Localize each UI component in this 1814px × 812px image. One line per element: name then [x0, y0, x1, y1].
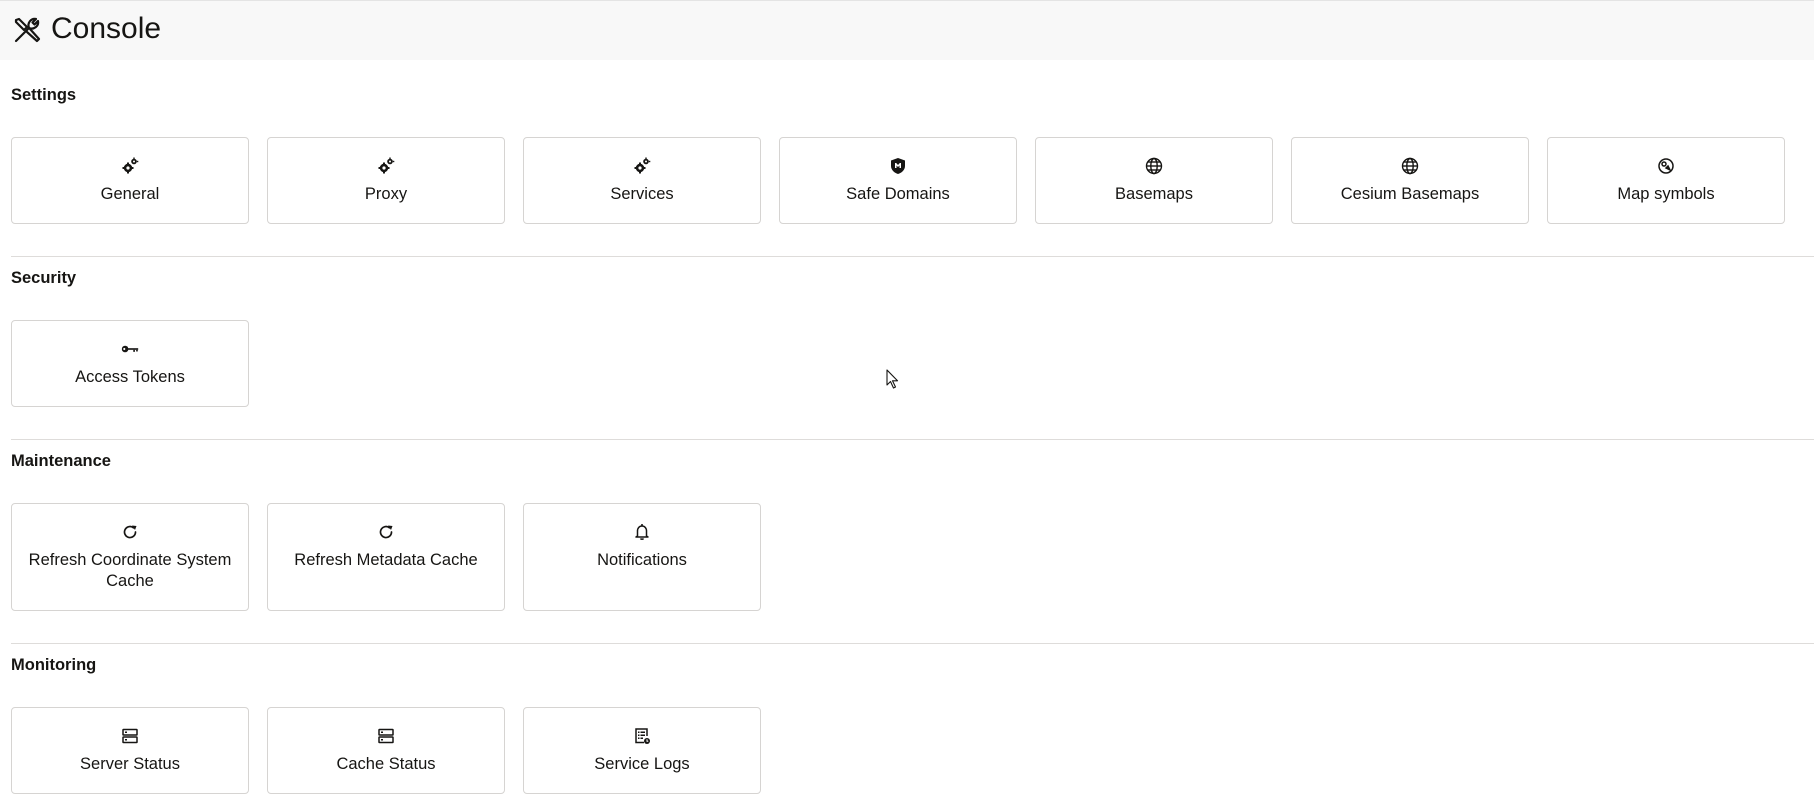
tile-label: General [100, 185, 160, 203]
server-icon [378, 728, 394, 744]
tile-basemaps[interactable]: Basemaps [1035, 137, 1273, 224]
tile-label: Services [610, 185, 674, 203]
tile-safe-domains[interactable]: Safe Domains [779, 137, 1017, 224]
tile-map-symbols[interactable]: Map symbols [1547, 137, 1785, 224]
tile-label: Proxy [364, 185, 408, 203]
tile-notifications[interactable]: Notifications [523, 503, 761, 611]
tile-label: Safe Domains [846, 185, 950, 203]
gears-icon [378, 157, 395, 174]
tile-cache-status[interactable]: Cache Status [267, 707, 505, 794]
section-divider [11, 256, 1814, 257]
tile-label: Cache Status [336, 755, 436, 773]
page-title: Console [51, 12, 162, 45]
key-icon [121, 345, 139, 353]
tile-label: Access Tokens [75, 368, 185, 386]
tile-label: Server Status [80, 755, 180, 773]
tile-label: Refresh Coordinate System Cache [28, 551, 232, 590]
section-title-settings: Settings [11, 86, 77, 104]
tile-cesium-basemaps[interactable]: Cesium Basemaps [1291, 137, 1529, 224]
tile-server-status[interactable]: Server Status [11, 707, 249, 794]
gears-icon [122, 157, 139, 174]
tile-service-logs[interactable]: Service Logs [523, 707, 761, 794]
tile-refresh-coordinate-system-cache[interactable]: Refresh Coordinate System Cache [11, 503, 249, 611]
section-divider [11, 643, 1814, 644]
tile-label: Service Logs [594, 755, 690, 773]
section-title-monitoring: Monitoring [11, 656, 97, 674]
console-header: Console [0, 0, 1814, 60]
tile-label: Cesium Basemaps [1340, 185, 1480, 203]
tile-label: Notifications [597, 551, 687, 569]
globe-icon [1401, 157, 1419, 175]
section-title-security: Security [11, 269, 77, 287]
tile-label: Basemaps [1115, 185, 1193, 203]
bell-icon [635, 524, 649, 540]
tile-refresh-metadata-cache[interactable]: Refresh Metadata Cache [267, 503, 505, 611]
tile-access-tokens[interactable]: Access Tokens [11, 320, 249, 407]
section-title-maintenance: Maintenance [11, 452, 111, 470]
refresh-icon [123, 525, 137, 539]
tile-label: Map symbols [1617, 185, 1715, 203]
globe-icon [1145, 157, 1163, 175]
section-divider [11, 439, 1814, 440]
gears-icon [634, 157, 651, 174]
tile-services[interactable]: Services [523, 137, 761, 224]
symbol-icon [1658, 158, 1674, 174]
tile-proxy[interactable]: Proxy [267, 137, 505, 224]
tools-icon [14, 17, 41, 43]
log-icon [635, 728, 650, 744]
server-icon [122, 728, 138, 744]
mouse-pointer-icon [886, 369, 899, 389]
tile-general[interactable]: General [11, 137, 249, 224]
tile-label: Refresh Metadata Cache [294, 551, 478, 569]
refresh-icon [379, 525, 393, 539]
shield-icon [891, 158, 905, 174]
